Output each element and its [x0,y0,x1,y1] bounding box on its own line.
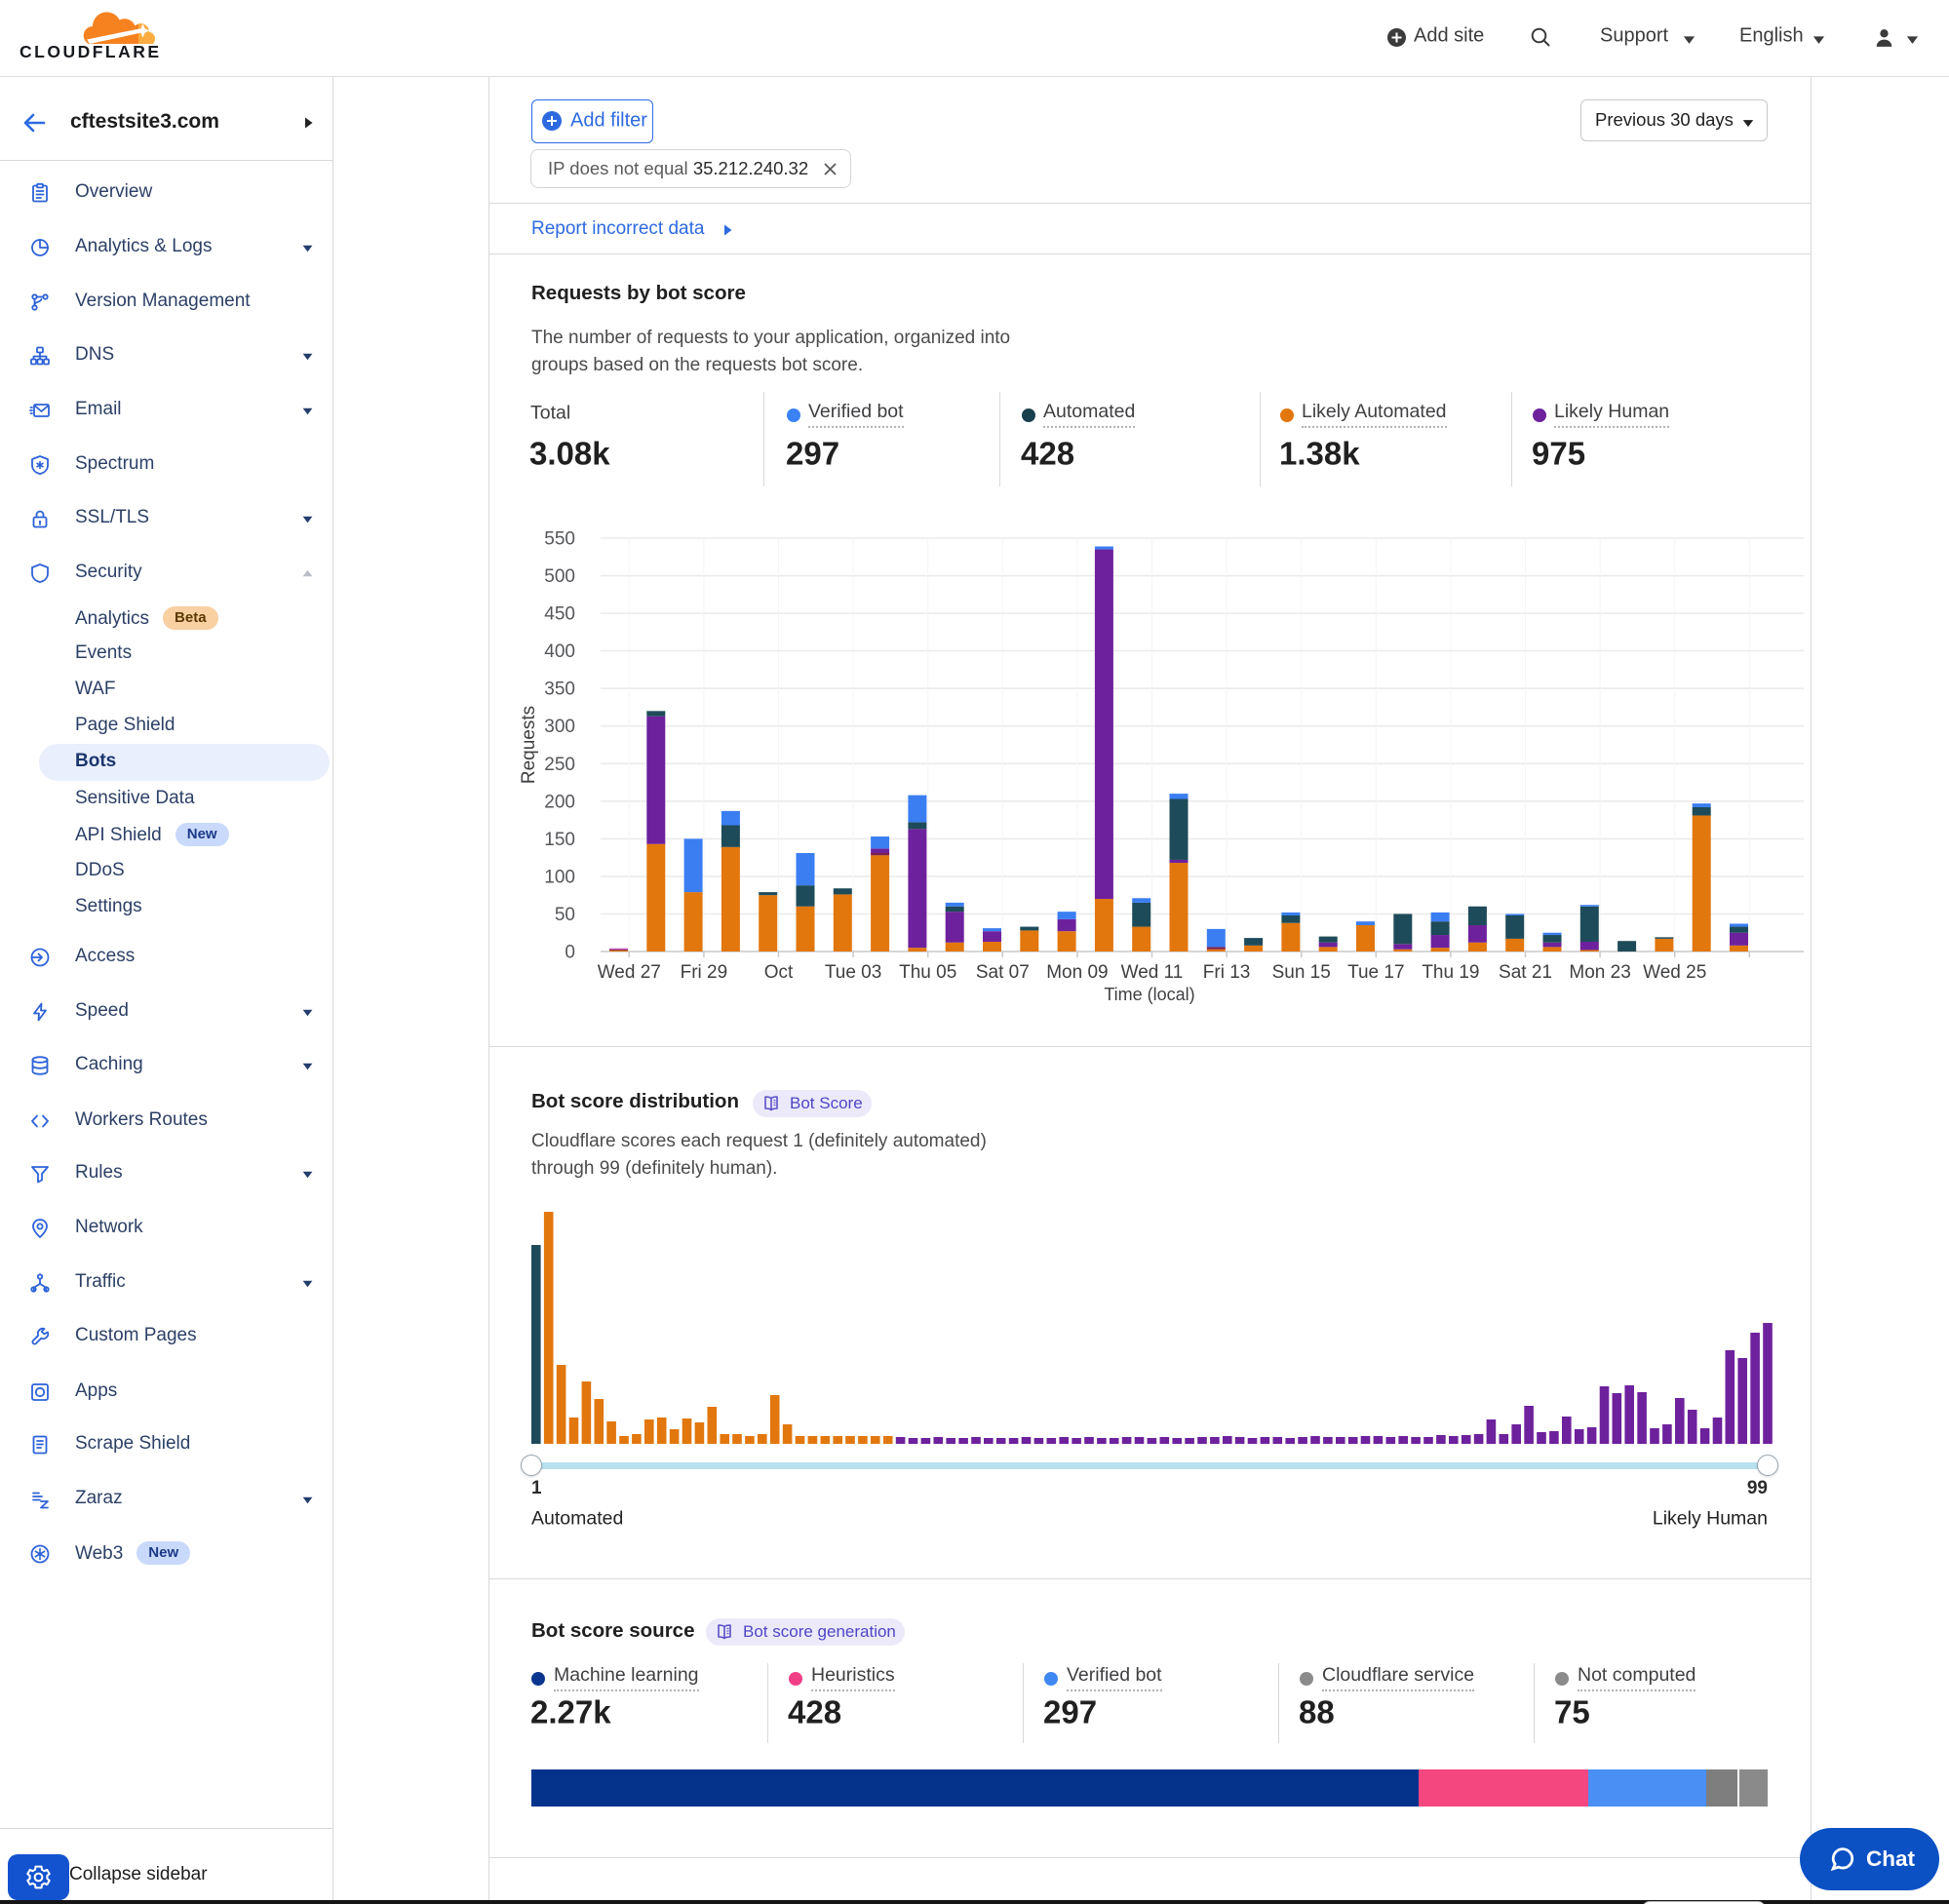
svg-text:150: 150 [544,830,575,850]
svg-text:Requests: Requests [519,706,539,784]
svg-text:50: 50 [555,905,575,925]
svg-text:500: 500 [544,566,575,587]
svg-text:Tue 17: Tue 17 [1347,962,1404,983]
svg-text:Thu 19: Thu 19 [1422,962,1479,983]
svg-text:0: 0 [565,943,575,963]
svg-text:Mon 23: Mon 23 [1569,962,1630,983]
svg-text:100: 100 [544,867,575,887]
svg-text:Wed 25: Wed 25 [1643,962,1706,983]
svg-text:Thu 05: Thu 05 [899,962,956,983]
svg-text:Sat 21: Sat 21 [1499,962,1552,983]
svg-text:Fri 29: Fri 29 [681,962,728,983]
svg-text:Time (local): Time (local) [1104,985,1194,1004]
svg-text:Wed 11: Wed 11 [1121,962,1184,983]
svg-text:Mon 09: Mon 09 [1046,962,1108,983]
svg-text:250: 250 [544,755,575,775]
svg-text:Sun 15: Sun 15 [1272,962,1331,983]
svg-text:Fri 13: Fri 13 [1203,962,1251,983]
svg-text:300: 300 [544,717,575,737]
svg-text:CLOUDFLARE: CLOUDFLARE [19,42,162,61]
svg-text:350: 350 [544,680,575,700]
svg-text:550: 550 [544,529,575,550]
svg-text:400: 400 [544,641,575,662]
svg-text:200: 200 [544,792,575,812]
svg-text:Sat 07: Sat 07 [976,962,1030,983]
svg-text:Oct: Oct [764,962,794,983]
svg-text:Wed 27: Wed 27 [598,962,661,983]
svg-text:450: 450 [544,604,575,625]
svg-text:Tue 03: Tue 03 [825,962,881,983]
